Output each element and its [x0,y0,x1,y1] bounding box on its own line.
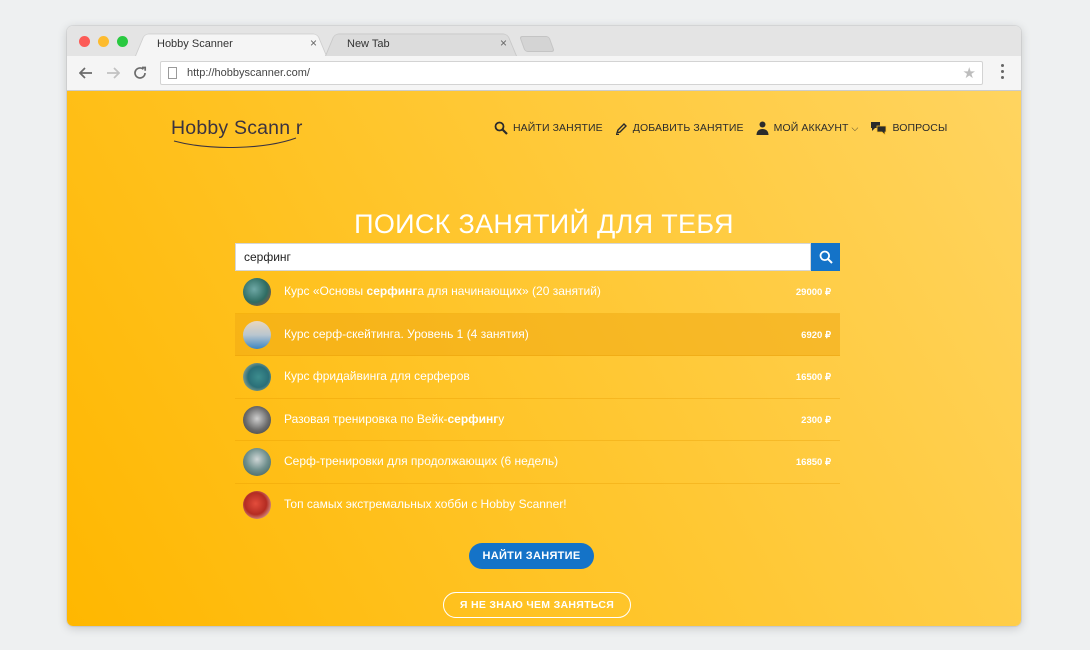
search-button[interactable] [811,243,840,271]
tab-label: Hobby Scanner [157,37,233,50]
chevron-down-icon: ⌵ [851,122,859,133]
search-icon [494,121,508,135]
result-title: Курс серф-скейтинга. Уровень 1 (4 заняти… [284,326,529,341]
result-item[interactable]: Разовая тренировка по Вейк-серфингу 2300… [235,399,840,442]
result-item[interactable]: Топ самых экстремальных хобби с Hobby Sc… [235,484,840,527]
nav-label: МОЙ АККАУНТ [773,122,849,134]
result-item[interactable]: Курс серф-скейтинга. Уровень 1 (4 заняти… [235,313,840,357]
tab-hobby-scanner[interactable]: Hobby Scanner × [135,31,327,56]
tab-close-icon[interactable]: × [500,36,507,50]
browser-window: Hobby Scanner × New Tab × http://hobbysc… [67,26,1021,626]
result-thumbnail [243,278,271,306]
result-price: 6920 ₽ [801,329,831,341]
find-activity-button[interactable]: НАЙТИ ЗАНЯТИЕ [469,543,594,569]
address-bar[interactable]: http://hobbyscanner.com/ ★ [160,61,983,85]
nav-my-account[interactable]: МОЙ АККАУНТ ⌵ [756,121,859,135]
menu-kebab-icon[interactable] [1001,64,1004,79]
search-results: Курс «Основы серфинга для начинающих» (2… [235,271,840,527]
new-tab-button[interactable] [519,36,555,52]
back-arrow-icon[interactable] [75,62,97,84]
chat-bubbles-icon [871,122,887,135]
result-thumbnail [243,490,271,519]
nav-label: ВОПРОСЫ [892,122,948,134]
nav-questions[interactable]: ВОПРОСЫ [870,121,947,135]
hero-title: ПОИСК ЗАНЯТИЙ ДЛЯ ТЕБЯ [354,209,734,239]
page-viewport: Hobby Scann r НАЙТИ ЗАНЯТИЕ ДОБАВИТЬ ЗАН… [67,91,1021,626]
result-title: Разовая тренировка по Вейк-серфингу [284,411,505,426]
browser-toolbar: http://hobbyscanner.com/ ★ [67,56,1021,91]
tab-new-tab[interactable]: New Tab × [325,31,517,56]
result-thumbnail [243,448,271,477]
search-box [235,243,840,271]
user-icon [756,121,769,135]
page-icon [168,67,177,79]
result-title: Топ самых экстремальных хобби с Hobby Sc… [284,496,567,511]
close-window-button[interactable] [79,36,90,47]
result-thumbnail [243,405,271,434]
forward-arrow-icon[interactable] [102,62,124,84]
reload-icon[interactable] [129,62,151,84]
nav-label: ДОБАВИТЬ ЗАНЯТИЕ [632,122,744,134]
result-price: 2300 ₽ [801,414,831,426]
window-controls [79,36,128,47]
nav-find-activity[interactable]: НАЙТИ ЗАНЯТИЕ [494,121,603,135]
result-title: Серф-тренировки для продолжающих (6 неде… [284,454,559,469]
search-input[interactable] [235,243,811,271]
url-text: http://hobbyscanner.com/ [187,67,310,79]
nav-label: НАЙТИ ЗАНЯТИЕ [513,122,603,134]
bookmark-star-icon[interactable]: ★ [963,64,976,82]
result-title: Курс «Основы серфинга для начинающих» (2… [284,284,601,298]
result-price: 16850 ₽ [795,457,831,469]
dont-know-button[interactable]: Я НЕ ЗНАЮ ЧЕМ ЗАНЯТЬСЯ [443,592,631,618]
tab-bar: Hobby Scanner × New Tab × [67,26,1021,56]
site-logo[interactable]: Hobby Scann r [171,117,311,149]
result-item[interactable]: Курс фридайвинга для серферов 16500 ₽ [235,356,840,399]
minimize-window-button[interactable] [98,36,109,47]
nav-add-activity[interactable]: ДОБАВИТЬ ЗАНЯТИЕ [615,121,744,135]
search-icon [819,250,833,264]
result-item[interactable]: Серф-тренировки для продолжающих (6 неде… [235,441,840,484]
result-thumbnail [243,363,271,392]
tab-label: New Tab [347,37,390,50]
result-item[interactable]: Курс «Основы серфинга для начинающих» (2… [235,271,840,314]
main-nav: НАЙТИ ЗАНЯТИЕ ДОБАВИТЬ ЗАНЯТИЕ МОЙ АККАУ… [494,121,959,135]
result-price: 16500 ₽ [795,372,831,384]
pencil-icon [615,122,627,135]
logo-swoosh-icon [173,137,297,149]
result-price: 29000 ₽ [795,287,831,298]
maximize-window-button[interactable] [117,36,128,47]
tab-close-icon[interactable]: × [310,36,317,50]
result-thumbnail [243,320,271,349]
result-title: Курс фридайвинга для серферов [284,369,470,384]
